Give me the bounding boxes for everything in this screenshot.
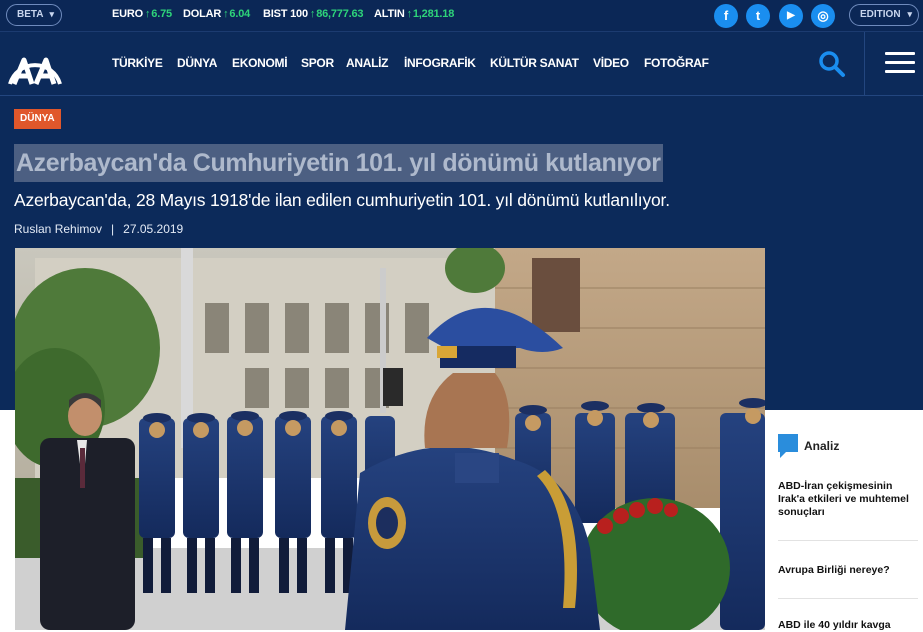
chevron-down-icon: ▾ <box>49 9 54 19</box>
ticker-value: 1,281.18 <box>412 8 455 20</box>
top-bar: BETA ▾ EURO ↑6.75 DOLAR ↑6.04 BIST 100 ↑86,… <box>0 0 923 32</box>
arrow-up-icon: ↑ <box>144 8 151 20</box>
nav-item-ekonomi[interactable]: EKONOMİ <box>232 56 288 70</box>
youtube-icon[interactable]: ▶ <box>779 4 803 28</box>
nav-item-turkiye[interactable]: TÜRKİYE <box>112 56 163 70</box>
nav-item-fotograf[interactable]: FOTOĞRAF <box>644 56 709 70</box>
beta-label: BETA <box>17 9 44 20</box>
chevron-down-icon: ▾ <box>907 9 912 19</box>
publish-date: 27.05.2019 <box>123 222 184 236</box>
hamburger-menu-icon[interactable] <box>885 52 915 76</box>
sidebar-article-link[interactable]: ABD-İran çekişmesinin Irak'a etkileri ve… <box>778 480 918 519</box>
search-icon[interactable] <box>818 50 846 78</box>
ticker-name: BIST 100 <box>263 8 308 20</box>
twitter-icon[interactable]: t <box>746 4 770 28</box>
nav-divider <box>864 32 865 96</box>
aa-logo[interactable] <box>4 40 66 90</box>
ticker-euro[interactable]: EURO ↑6.75 <box>112 8 172 24</box>
article-title: Azerbaycan'da Cumhuriyetin 101. yıl dönü… <box>14 144 663 182</box>
sidebar-divider <box>778 598 918 599</box>
nav-item-infografik[interactable]: İNFOGRAFİK <box>404 56 476 70</box>
sidebar-article-link[interactable]: ABD ile 40 yıldır kavga <box>778 619 918 632</box>
sidebar-divider <box>778 540 918 541</box>
beta-button[interactable]: BETA ▾ <box>6 4 62 26</box>
ticker-value: 6.04 <box>229 8 251 20</box>
sidebar-article-link[interactable]: Avrupa Birliği nereye? <box>778 564 918 577</box>
ticker-name: DOLAR <box>183 8 222 20</box>
article-subtitle: Azerbaycan'da, 28 Mayıs 1918'de ilan edi… <box>14 190 670 210</box>
nav-item-spor[interactable]: SPOR <box>301 56 334 70</box>
ticker-name: EURO <box>112 8 143 20</box>
arrow-up-icon: ↑ <box>223 8 229 20</box>
ticker-name: ALTIN <box>374 8 405 20</box>
ticker-value: 86,777.63 <box>316 8 364 20</box>
edition-label: EDITION <box>860 9 901 20</box>
nav-item-video[interactable]: VİDEO <box>593 56 629 70</box>
byline-separator: | <box>111 222 115 236</box>
article-hero-photo[interactable] <box>15 248 765 630</box>
ticker-value: 6.75 <box>151 8 172 20</box>
category-badge[interactable]: DÜNYA <box>14 109 61 129</box>
analysis-sidebar: Analiz ABD-İran çekişmesinin Irak'a etki… <box>767 410 923 632</box>
arrow-up-icon: ↑ <box>309 8 316 20</box>
main-navigation: TÜRKİYE DÜNYA EKONOMİ SPOR ANALİZ İNFOGR… <box>0 32 923 96</box>
arrow-up-icon: ↑ <box>406 8 413 20</box>
nav-item-analiz[interactable]: ANALİZ <box>346 56 389 70</box>
ticker-dolar[interactable]: DOLAR ↑6.04 <box>183 8 250 24</box>
instagram-icon[interactable]: ◎ <box>811 4 835 28</box>
ticker-bist100[interactable]: BIST 100 ↑86,777.63 <box>263 8 364 24</box>
speech-bubble-icon <box>778 434 798 458</box>
facebook-icon[interactable]: f <box>714 4 738 28</box>
nav-item-kultur-sanat[interactable]: KÜLTÜR SANAT <box>490 56 579 70</box>
ticker-altin[interactable]: ALTIN ↑1,281.18 <box>374 8 454 24</box>
nav-item-dunya[interactable]: DÜNYA <box>177 56 217 70</box>
article-byline: Ruslan Rehimov | 27.05.2019 <box>14 222 183 236</box>
sidebar-section-title[interactable]: Analiz <box>804 439 839 453</box>
edition-button[interactable]: EDITION ▾ <box>849 4 919 26</box>
author-name[interactable]: Ruslan Rehimov <box>14 222 102 236</box>
